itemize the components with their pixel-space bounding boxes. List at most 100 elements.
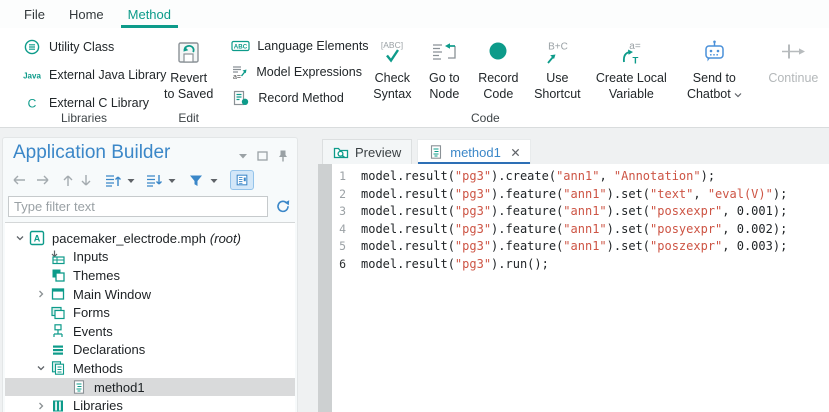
tree-item-inputs[interactable]: Inputs [5, 248, 295, 267]
chevron-down-icon[interactable] [168, 177, 176, 184]
ribbon-tab-home[interactable]: Home [57, 0, 116, 28]
pin-icon[interactable] [277, 149, 289, 163]
editor-tab-bar: Preview method1 [322, 139, 536, 164]
code-editor[interactable]: 1model.result("pg3").create("ann1", "Ann… [318, 164, 829, 412]
ribbon-tab-file[interactable]: File [12, 0, 57, 28]
record-code-label-line2: Code [478, 87, 518, 103]
language-elements-button[interactable]: ABC Language Elements [225, 34, 359, 57]
code-line[interactable]: 6model.result("pg3").run(); [332, 256, 829, 274]
tree-item-method1[interactable]: method1 [5, 378, 295, 397]
check-syntax-label-line2: Syntax [373, 87, 411, 103]
go-to-node-icon [429, 35, 459, 71]
record-method-button[interactable]: Record Method [225, 86, 359, 109]
create-local-variable-label-line1: Create Local [596, 71, 667, 87]
use-shortcut-label-line2: Shortcut [534, 87, 581, 103]
check-syntax-icon: [ABC] [377, 35, 407, 71]
record-method-label: Record Method [258, 91, 343, 105]
collapse-levels-down-icon[interactable] [146, 173, 162, 188]
libraries-icon [50, 398, 67, 412]
tree-item-pacemaker-electrode-mph[interactable]: Apacemaker_electrode.mph(root) [5, 229, 295, 248]
go-to-node-button[interactable]: Go to Node [419, 34, 469, 109]
chevron-down-icon[interactable] [127, 177, 135, 184]
editor-tab-method1[interactable]: method1 [417, 139, 531, 164]
revert-to-saved-button[interactable]: Revert to Saved [164, 34, 213, 102]
chevron-down-icon[interactable] [32, 363, 50, 373]
model-expressions-button[interactable]: a= Model Expressions [225, 60, 359, 83]
tree-item-label: Events [73, 324, 113, 339]
panel-title: Application Builder [13, 142, 170, 164]
code-line[interactable]: 5model.result("pg3").feature("ann1").set… [332, 238, 829, 256]
tree-item-methods[interactable]: Methods [5, 359, 295, 378]
record-method-icon [231, 89, 251, 107]
continue-button: Continue [757, 34, 829, 109]
ribbon-tab-method[interactable]: Method [116, 0, 183, 28]
svg-text:ABC: ABC [234, 43, 248, 50]
tree-item-declarations[interactable]: Declarations [5, 341, 295, 360]
c-language-icon: C [22, 94, 42, 112]
filter-funnel-icon[interactable] [188, 173, 204, 188]
line-number: 4 [332, 221, 346, 239]
create-local-variable-label-line2: Variable [596, 87, 667, 103]
external-java-library-button[interactable]: Java External Java Library [16, 62, 160, 87]
tree-item-forms[interactable]: Forms [5, 303, 295, 322]
tree-item-label: Declarations [73, 342, 145, 357]
float-window-icon[interactable] [257, 151, 268, 161]
ribbon-group-libraries: Utility Class Java External Java Library… [8, 28, 160, 127]
record-code-button[interactable]: Record Code [471, 34, 525, 109]
close-icon[interactable] [511, 148, 520, 157]
chevron-down-icon[interactable] [210, 177, 218, 184]
themes-icon [50, 267, 67, 283]
code-line[interactable]: 3model.result("pg3").feature("ann1").set… [332, 203, 829, 221]
code-line[interactable]: 1model.result("pg3").create("ann1", "Ann… [332, 168, 829, 186]
use-shortcut-button[interactable]: B+C Use Shortcut [527, 34, 587, 109]
code-line[interactable]: 2model.result("pg3").feature("ann1").set… [332, 186, 829, 204]
code-lines: 1model.result("pg3").create("ann1", "Ann… [332, 168, 829, 274]
send-to-chatbot-label-line1: Send to [687, 71, 742, 87]
editor-tab-preview[interactable]: Preview [322, 139, 412, 164]
line-number: 2 [332, 186, 346, 204]
forward-arrow-icon[interactable] [34, 173, 50, 187]
tree-item-main-window[interactable]: Main Window [5, 285, 295, 304]
panel-menu-chevron-icon[interactable] [238, 152, 248, 160]
create-local-variable-button[interactable]: a=T Create Local Variable [589, 34, 673, 109]
chevron-right-icon[interactable] [32, 401, 50, 411]
line-number: 6 [332, 256, 346, 274]
move-up-arrow-icon[interactable] [62, 173, 74, 188]
utility-class-icon [22, 38, 42, 56]
tree-item-libraries[interactable]: Libraries [5, 396, 295, 412]
svg-text:a=: a= [630, 41, 642, 52]
tree-item-label: Main Window [73, 287, 151, 302]
tree-item-label: Forms [73, 305, 110, 320]
line-number: 1 [332, 168, 346, 186]
app-tree: Apacemaker_electrode.mph(root)InputsThem… [5, 222, 295, 412]
refresh-icon[interactable] [275, 198, 291, 214]
ribbon-group-edit: Revert to Saved Edit [164, 28, 213, 127]
ribbon-group-code: ABC Language Elements a= Model Expressio… [217, 28, 753, 127]
editor-tab-label: Preview [355, 145, 401, 160]
send-to-chatbot-button[interactable]: Send to Chatbot [675, 34, 753, 109]
expand-levels-up-icon[interactable] [105, 173, 121, 188]
tree-item-themes[interactable]: Themes [5, 266, 295, 285]
code-line[interactable]: 4model.result("pg3").feature("ann1").set… [332, 221, 829, 239]
filter-input[interactable] [8, 196, 268, 217]
check-syntax-button[interactable]: [ABC] Check Syntax [367, 34, 417, 109]
move-down-arrow-icon[interactable] [80, 173, 92, 188]
code-text: model.result("pg3").feature("ann1").set(… [346, 186, 787, 204]
forms-icon [50, 305, 67, 321]
go-to-node-label-line1: Go to [429, 71, 460, 87]
model-expressions-icon: a= [231, 63, 249, 81]
svg-text:Java: Java [23, 71, 41, 80]
editor-tab-label: method1 [450, 145, 501, 160]
go-to-node-label-line2: Node [429, 87, 460, 103]
utility-class-button[interactable]: Utility Class [16, 34, 160, 59]
chevron-right-icon[interactable] [32, 289, 50, 299]
tree-item-events[interactable]: Events [5, 322, 295, 341]
back-arrow-icon[interactable] [12, 173, 28, 187]
editor-panel: Preview method1 1model.result("pg3").crea… [318, 138, 829, 412]
breakpoint-gutter[interactable] [318, 164, 332, 412]
revert-to-saved-icon [174, 35, 204, 71]
code-text: model.result("pg3").feature("ann1").set(… [346, 238, 787, 256]
chevron-down-icon[interactable] [11, 233, 29, 243]
show-details-toggle[interactable] [230, 170, 254, 190]
tree-item-label: Themes [73, 268, 120, 283]
